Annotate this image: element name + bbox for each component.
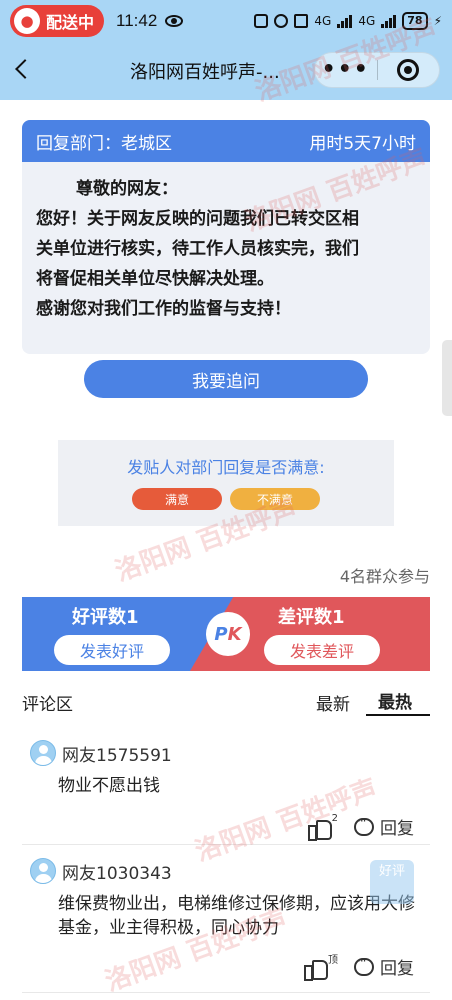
follow-up-button[interactable]: 我要追问	[84, 360, 368, 398]
alarm-icon	[274, 14, 289, 28]
status-time: 11:42	[116, 11, 158, 30]
good-review-stamp: 好评	[370, 860, 414, 904]
charging-icon: ⚡	[433, 14, 442, 28]
avatar[interactable]	[30, 858, 56, 884]
nfc-icon	[254, 14, 269, 28]
active-tab-underline	[366, 714, 430, 716]
comment-bubble-icon[interactable]	[354, 954, 374, 976]
signal-icon	[381, 14, 397, 28]
top-label: 顶	[328, 955, 338, 966]
pk-badge-k: K	[227, 623, 242, 645]
app-header: ● 配送中 11:42 4G 4G 78 ⚡ 洛阳网百姓呼声-... •••	[0, 0, 452, 100]
satisfaction-panel: 发贴人对部门回复是否满意: 满意 不满意	[58, 440, 394, 526]
page-title: 洛阳网百姓呼声-...	[130, 62, 280, 83]
like-count: 2	[331, 813, 338, 824]
side-scroll-handle[interactable]	[442, 340, 452, 416]
status-icons: 4G 4G 78 ⚡	[254, 12, 442, 30]
tab-newest[interactable]: 最新	[316, 690, 350, 715]
signal-icon	[337, 14, 353, 28]
network-type-1: 4G	[314, 14, 332, 28]
reply-greeting: 尊敬的网友：	[76, 179, 178, 199]
reply-header: 回复部门：老城区 用时5天7小时	[22, 120, 430, 162]
pk-panel: 好评数1 发表好评 差评数1 发表差评 PK	[22, 597, 430, 671]
comment-actions: 2 回复	[307, 813, 414, 841]
comment-username[interactable]: 网友1030343	[62, 859, 172, 884]
satisfaction-buttons: 满意 不满意	[58, 488, 394, 510]
reply-line: 您好！关于网友反映的问题我们已转交区相	[36, 209, 359, 229]
participants-count: 4名群众参与	[339, 567, 430, 586]
reply-department: 回复部门：老城区	[36, 133, 172, 154]
delivery-label: 配送中	[46, 13, 95, 32]
reply-body: 尊敬的网友： 您好！关于网友反映的问题我们已转交区相 关单位进行核实，待工作人员…	[22, 162, 430, 324]
post-bad-review-button[interactable]: 发表差评	[264, 635, 380, 665]
unsatisfied-button[interactable]: 不满意	[230, 488, 320, 510]
delivery-status-pill[interactable]: ● 配送中	[10, 5, 105, 37]
mini-program-capsule: •••	[314, 52, 440, 88]
department-reply-card: 回复部门：老城区 用时5天7小时 尊敬的网友： 您好！关于网友反映的问题我们已转…	[22, 120, 430, 354]
scooter-icon: ●	[14, 8, 40, 34]
close-mini-program-icon[interactable]	[377, 59, 439, 81]
reply-line: 感谢您对我们工作的监督与支持！	[36, 299, 291, 319]
satisfied-button[interactable]: 满意	[132, 488, 222, 510]
comments-title: 评论区	[22, 695, 73, 715]
comment-divider	[22, 844, 430, 845]
comment-text: 物业不愿出钱	[58, 776, 160, 796]
mute-icon	[294, 14, 309, 28]
reply-line: 将督促相关单位尽快解决处理。	[36, 269, 274, 289]
good-review-count: 好评数1	[72, 607, 139, 628]
pk-badge-p: P	[214, 623, 228, 645]
comment-username[interactable]: 网友1575591	[62, 741, 172, 766]
comment-bubble-icon[interactable]	[354, 814, 374, 836]
nav-bar: 洛阳网百姓呼声-... •••	[0, 46, 452, 96]
reply-button[interactable]: 回复	[380, 814, 414, 839]
avatar[interactable]	[30, 740, 56, 766]
reply-line: 关单位进行核实，待工作人员核实完，我们	[36, 239, 359, 259]
post-good-review-button[interactable]: 发表好评	[54, 635, 170, 665]
tab-hottest[interactable]: 最热	[378, 688, 412, 713]
eye-icon	[165, 15, 184, 27]
satisfaction-question: 发贴人对部门回复是否满意:	[127, 458, 325, 477]
network-type-2: 4G	[358, 14, 376, 28]
pk-badge: PK	[206, 612, 250, 656]
comment-divider	[22, 992, 430, 993]
bad-review-count: 差评数1	[278, 607, 345, 628]
thumbs-up-icon[interactable]	[307, 816, 332, 841]
comment-actions: 顶 回复	[304, 954, 414, 981]
reply-elapsed-time: 用时5天7小时	[309, 133, 416, 154]
reply-button[interactable]: 回复	[380, 954, 414, 979]
thumbs-up-icon[interactable]	[304, 956, 328, 981]
battery-icon: 78	[402, 12, 428, 30]
more-icon[interactable]: •••	[315, 59, 377, 81]
status-bar: ● 配送中 11:42 4G 4G 78 ⚡	[0, 0, 452, 42]
back-icon[interactable]	[15, 59, 35, 79]
